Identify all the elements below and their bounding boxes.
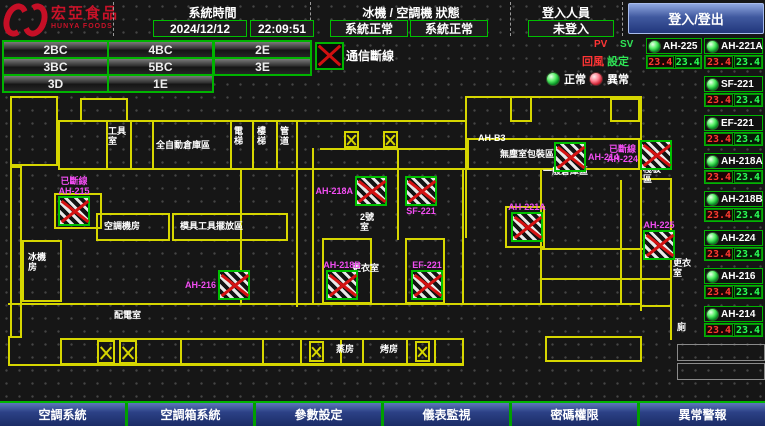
unit-name: SF-221 (721, 79, 754, 90)
green-led-icon (706, 155, 719, 168)
unit-values-ah-225: 23.423.4 (646, 55, 702, 69)
green-led-icon (706, 40, 719, 53)
nav-button-密碼權限[interactable]: 密碼權限 (512, 403, 637, 426)
unit-ah-218b[interactable]: AH-218B (704, 191, 763, 207)
unit-name: EF-221 (721, 118, 754, 129)
green-led-icon (706, 232, 719, 245)
unit-ah-214[interactable]: AH-214 (704, 306, 763, 322)
unit-name: AH-221A (721, 41, 763, 52)
unit-ef-221[interactable]: EF-221 (704, 115, 763, 131)
nav-button-空調箱系統[interactable]: 空調箱系統 (128, 403, 253, 426)
nav-button-儀表監視[interactable]: 儀表監視 (384, 403, 509, 426)
unit-values-sf-221: 23.423.4 (704, 93, 763, 107)
unit-values-ah-224: 23.423.4 (704, 247, 763, 261)
green-led-icon (706, 308, 719, 321)
sv-value: 23.4 (734, 133, 762, 145)
unit-name: AH-218A (721, 156, 763, 167)
sv-value: 23.4 (734, 171, 762, 183)
unit-sf-221[interactable]: SF-221 (704, 76, 763, 92)
unit-values-ah-218b: 23.423.4 (704, 208, 763, 222)
pv-value: 23.4 (705, 286, 733, 298)
unit-values-ah-216: 23.423.4 (704, 285, 763, 299)
green-led-icon (706, 270, 719, 283)
nav-button-異常警報[interactable]: 異常警報 (640, 403, 765, 426)
pv-value: 23.4 (705, 324, 733, 336)
green-led-icon (706, 193, 719, 206)
unit-ah-221a[interactable]: AH-221A (704, 38, 763, 54)
hmi-screen: 宏亞食品 HUNYA FOODS 系統時間 2024/12/12 22:09:5… (0, 0, 765, 426)
nav-button-空調系統[interactable]: 空調系統 (0, 403, 125, 426)
pv-value: 23.4 (705, 94, 733, 106)
nav-button-參數設定[interactable]: 參數設定 (256, 403, 381, 426)
unit-name: AH-225 (663, 41, 697, 52)
unit-name: AH-224 (721, 233, 755, 244)
sv-value: 23.4 (734, 56, 762, 68)
pv-value: 23.4 (705, 56, 733, 68)
unit-ah-224[interactable]: AH-224 (704, 230, 763, 246)
unit-values-ef-221: 23.423.4 (704, 132, 763, 146)
unit-ah-225[interactable]: AH-225 (646, 38, 702, 54)
unit-name: AH-216 (721, 271, 755, 282)
sv-value: 23.4 (675, 56, 702, 68)
unit-ah-218a[interactable]: AH-218A (704, 153, 763, 169)
unit-name: AH-218B (721, 194, 763, 205)
sv-value: 23.4 (734, 209, 762, 221)
empty-unit-slot (677, 363, 765, 380)
pv-value: 23.4 (705, 133, 733, 145)
bottom-nav: 空調系統空調箱系統參數設定儀表監視密碼權限異常警報 (0, 401, 765, 426)
pv-value: 23.4 (705, 248, 733, 260)
green-led-icon (706, 117, 719, 130)
empty-unit-slot (677, 344, 765, 361)
sv-value: 23.4 (734, 94, 762, 106)
unit-values-ah-214: 23.423.4 (704, 323, 763, 337)
sv-value: 23.4 (734, 248, 762, 260)
unit-values-ah-221a: 23.423.4 (704, 55, 763, 69)
sv-value: 23.4 (734, 286, 762, 298)
pv-value: 23.4 (647, 56, 674, 68)
sv-value: 23.4 (734, 324, 762, 336)
ahu-status-panel: AH-22523.423.4AH-221A23.423.4SF-22123.42… (0, 0, 765, 400)
pv-value: 23.4 (705, 209, 733, 221)
unit-name: AH-214 (721, 309, 755, 320)
pv-value: 23.4 (705, 171, 733, 183)
green-led-icon (706, 78, 719, 91)
unit-values-ah-218a: 23.423.4 (704, 170, 763, 184)
green-led-icon (648, 40, 661, 53)
unit-ah-216[interactable]: AH-216 (704, 268, 763, 284)
